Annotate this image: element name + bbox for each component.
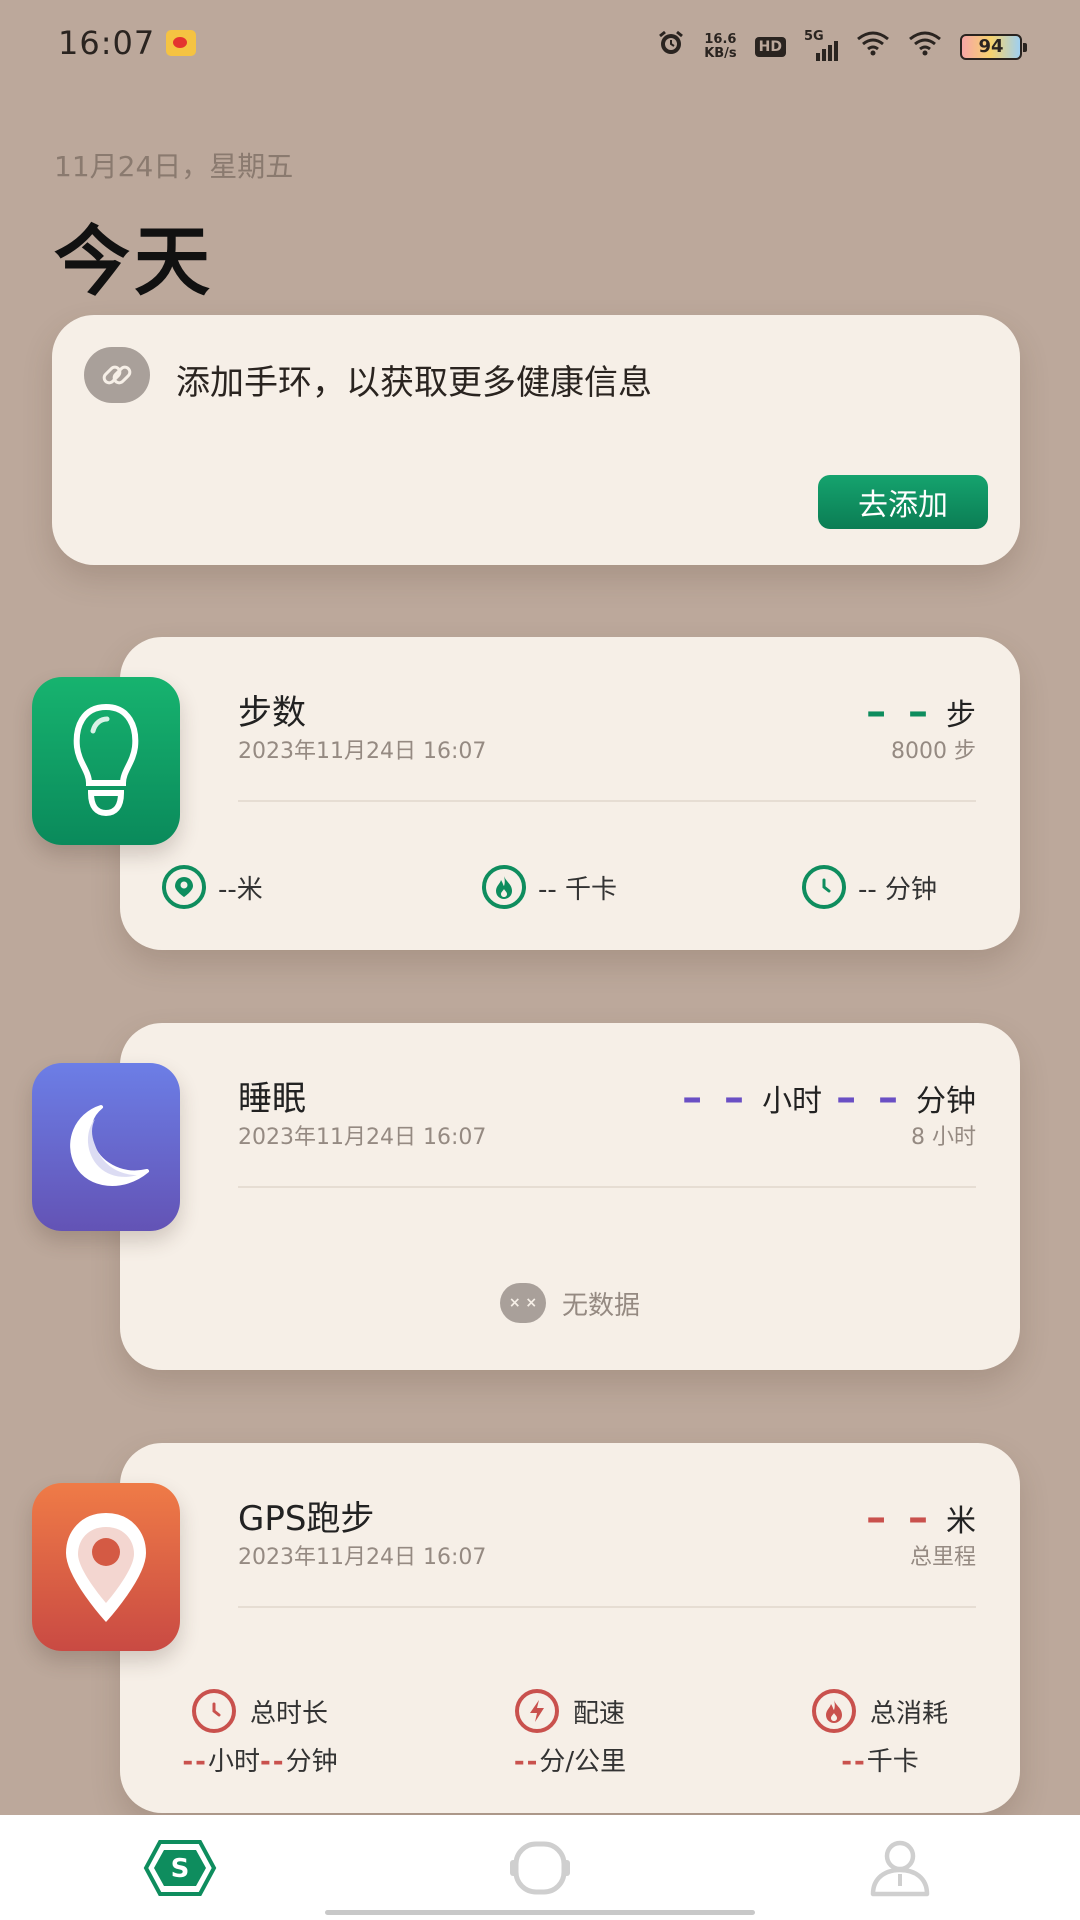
- status-time: 16:07: [58, 24, 156, 62]
- net-speed: 16.6 KB/s: [704, 31, 737, 61]
- sleep-title: 睡眠: [238, 1079, 306, 1119]
- date-label: 11月24日，星期五: [54, 150, 294, 183]
- status-bar: 16:07 16.6 KB/s HD 5G 94: [0, 0, 1080, 90]
- sport-logo-icon: S: [143, 1840, 217, 1896]
- watch-icon: [510, 1841, 570, 1895]
- steps-unit: 步: [946, 698, 976, 733]
- divider: [238, 1186, 976, 1188]
- gps-time: 2023年11月24日 16:07: [238, 1545, 487, 1570]
- user-icon: [870, 1840, 930, 1897]
- sleep-hours-placeholder: – –: [682, 1075, 749, 1121]
- weibo-notification-icon: [166, 30, 196, 56]
- sleep-hours-unit: 小时: [762, 1084, 823, 1119]
- sleep-time: 2023年11月24日 16:07: [238, 1125, 487, 1150]
- sleep-goal: 8 小时: [911, 1125, 976, 1150]
- hd-badge: HD: [754, 36, 786, 57]
- map-pin-icon: [32, 1483, 180, 1651]
- steps-card[interactable]: 步数 2023年11月24日 16:07 – – 步 8000 步 --米 --…: [120, 637, 1020, 950]
- gps-total-calories: 总消耗 --千卡: [760, 1689, 1000, 1778]
- battery-icon: 94: [960, 33, 1027, 60]
- steps-distance: --米: [162, 865, 263, 909]
- svg-text:S: S: [171, 1854, 190, 1884]
- lightning-icon: [514, 1689, 559, 1733]
- sleep-no-data: × × 无数据: [120, 1283, 1020, 1323]
- nav-profile-tab[interactable]: [855, 1837, 945, 1899]
- alarm-icon: [656, 28, 686, 65]
- cellular-signal-icon: 5G: [804, 29, 838, 61]
- sleep-value: – – 小时 – – 分钟: [682, 1075, 976, 1121]
- add-band-message: 添加手环，以获取更多健康信息: [176, 363, 652, 403]
- gps-total-distance-label: 总里程: [909, 1545, 976, 1570]
- wifi-icon-2: [908, 30, 942, 63]
- nav-home-tab[interactable]: S: [135, 1837, 225, 1899]
- steps-time: 2023年11月24日 16:07: [238, 739, 487, 764]
- link-icon: [84, 347, 150, 403]
- gps-unit: 米: [946, 1504, 976, 1539]
- gps-total-duration: 总时长 --小时--分钟: [140, 1689, 380, 1778]
- moon-icon: [32, 1063, 180, 1231]
- clock-icon: [191, 1689, 236, 1733]
- page-title: 今天: [54, 217, 214, 306]
- location-pin-icon: [162, 865, 206, 909]
- gps-distance-placeholder: – –: [866, 1495, 932, 1541]
- wifi-icon: [856, 30, 890, 63]
- divider: [238, 800, 976, 802]
- flame-icon: [482, 865, 526, 909]
- sleep-minutes-placeholder: – –: [836, 1075, 902, 1121]
- gps-value: – – 米: [866, 1495, 976, 1541]
- flame-icon: [811, 1689, 856, 1733]
- add-band-card: 添加手环，以获取更多健康信息 去添加: [52, 315, 1020, 565]
- sleep-minutes-unit: 分钟: [916, 1084, 976, 1119]
- clock-icon: [802, 865, 846, 909]
- add-band-button[interactable]: 去添加: [818, 475, 988, 529]
- status-icons: 16.6 KB/s HD 5G 94: [656, 28, 1027, 65]
- gps-title: GPS跑步: [238, 1499, 375, 1539]
- steps-goal: 8000 步: [891, 739, 976, 764]
- home-indicator[interactable]: [325, 1910, 755, 1915]
- nav-device-tab[interactable]: [495, 1837, 585, 1899]
- steps-calories: -- 千卡: [482, 865, 617, 909]
- sleep-card[interactable]: 睡眠 2023年11月24日 16:07 – – 小时 – – 分钟 8 小时 …: [120, 1023, 1020, 1370]
- bottom-nav: S: [0, 1815, 1080, 1920]
- steps-value-placeholder: – –: [866, 689, 932, 735]
- gps-pace: 配速 --分/公里: [450, 1689, 690, 1778]
- steps-title: 步数: [238, 693, 306, 733]
- divider: [238, 1606, 976, 1608]
- gps-run-card[interactable]: GPS跑步 2023年11月24日 16:07 – – 米 总里程 总时长 --…: [120, 1443, 1020, 1813]
- steps-icon: [32, 677, 180, 845]
- steps-value: – – 步: [866, 689, 976, 735]
- sad-face-icon: × ×: [499, 1283, 546, 1323]
- steps-duration: -- 分钟: [802, 865, 937, 909]
